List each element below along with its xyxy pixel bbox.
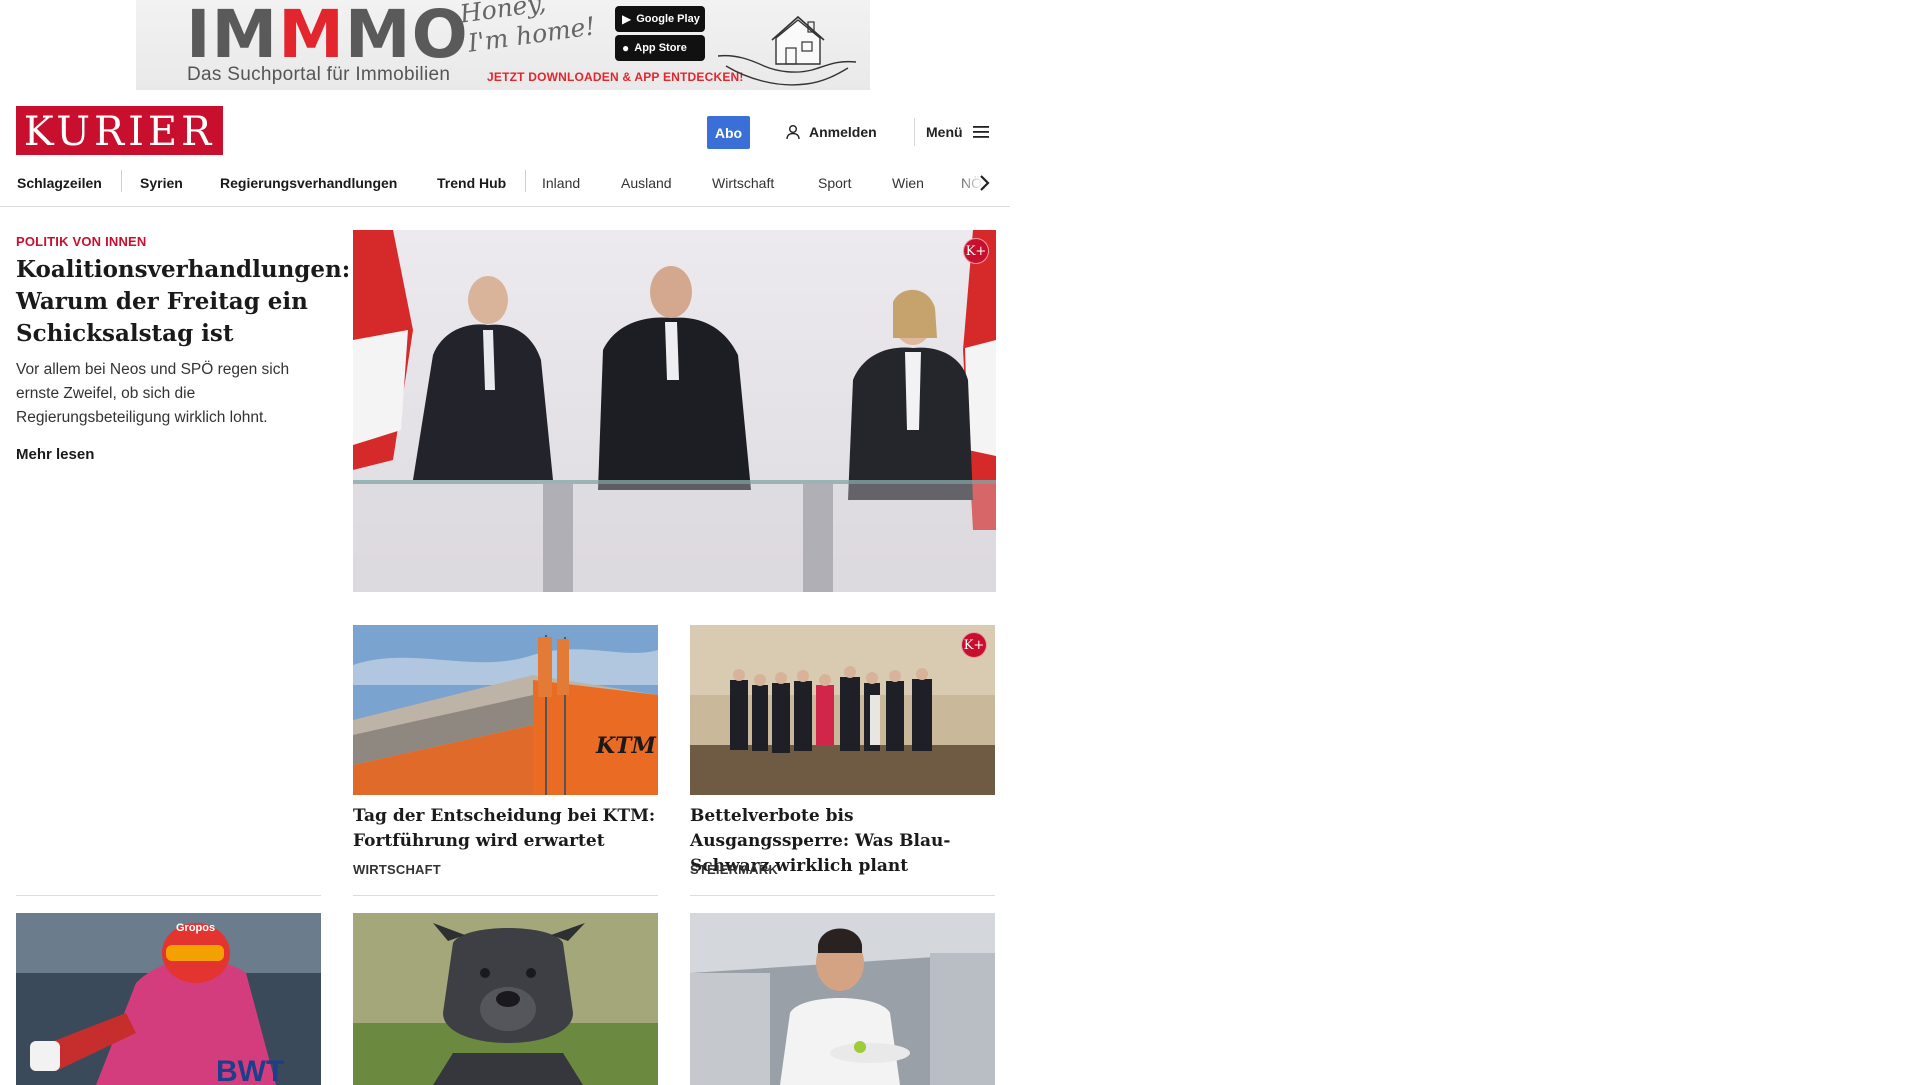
nav-item-inland[interactable]: Inland [542,160,580,206]
skier-photo[interactable]: Gropos BWT [16,913,321,1085]
lead-photo[interactable]: K+ [353,230,996,592]
premium-badge: K+ [963,238,989,264]
bib-sponsor: BWT [216,1055,284,1085]
house-in-hand-icon [717,15,857,86]
read-more-link[interactable]: Mehr lesen [16,446,94,463]
menu-button[interactable]: Menü [926,120,989,144]
nav-item-regierungsverhandlungen[interactable]: Regierungsverhandlungen [220,160,397,206]
section-nav: Schlagzeilen Syrien Regierungsverhandlun… [0,160,1010,207]
nav-item-sport[interactable]: Sport [818,160,851,206]
chevron-right-icon[interactable] [978,174,990,192]
ad-brand: IMMMO [186,0,469,73]
user-icon [786,125,800,140]
kurier-logo[interactable]: KURIER [16,106,223,155]
login-label: Anmelden [809,124,877,140]
ad-script: Honey, I'm home! [458,0,598,58]
premium-badge: K+ [961,632,987,658]
teaser-section-steiermark: STEIERMARK [690,862,778,877]
lead-teaser: Vor allem bei Neos und SPÖ regen sich er… [16,361,290,426]
ad-banner[interactable]: IMMMO Das Suchportal für Immobilien Hone… [136,0,870,90]
row-divider [16,895,321,896]
google-play-badge[interactable]: ▶ Google Play [615,6,705,32]
lead-headline[interactable]: Koalitionsverhandlungen: Warum der Freit… [16,254,350,350]
nav-divider [525,170,526,192]
header-divider [914,118,915,146]
apple-icon: ● [622,41,630,55]
ad-tagline: Das Suchportal für Immobilien [187,64,451,85]
nav-item-wien[interactable]: Wien [892,160,924,206]
helmet-sponsor: Gropos [176,922,215,934]
menu-label: Menü [926,124,963,140]
ktm-sign: KTM [595,733,656,759]
page: IMMMO Das Suchportal für Immobilien Hone… [0,0,1010,1085]
government-group-photo[interactable]: K+ [690,625,995,795]
play-icon: ▶ [622,12,632,26]
nav-item-ausland[interactable]: Ausland [621,160,672,206]
app-store-badge[interactable]: ● App Store [615,35,705,61]
nav-item-wirtschaft[interactable]: Wirtschaft [712,160,774,206]
row-divider [353,895,658,896]
nav-item-syrien[interactable]: Syrien [140,160,183,206]
hamburger-icon [972,126,989,138]
row-divider [690,895,995,896]
lead-kicker: POLITIK VON INNEN [16,234,147,249]
teaser-headline-ktm[interactable]: Tag der Entscheidung bei KTM: Fortführun… [353,804,658,854]
login-link[interactable]: Anmelden [785,120,877,144]
nav-item-trend-hub[interactable]: Trend Hub [437,160,506,206]
abo-button[interactable]: Abo [707,116,750,149]
dog-photo[interactable] [353,913,658,1085]
ktm-photo[interactable]: KTM [353,625,658,795]
nav-divider [121,170,122,192]
ad-cta: JETZT DOWNLOADEN & APP ENTDECKEN! [487,70,744,84]
nav-item-schlagzeilen[interactable]: Schlagzeilen [17,160,102,206]
chef-photo[interactable] [690,913,995,1085]
teaser-section-wirtschaft: WIRTSCHAFT [353,862,441,877]
